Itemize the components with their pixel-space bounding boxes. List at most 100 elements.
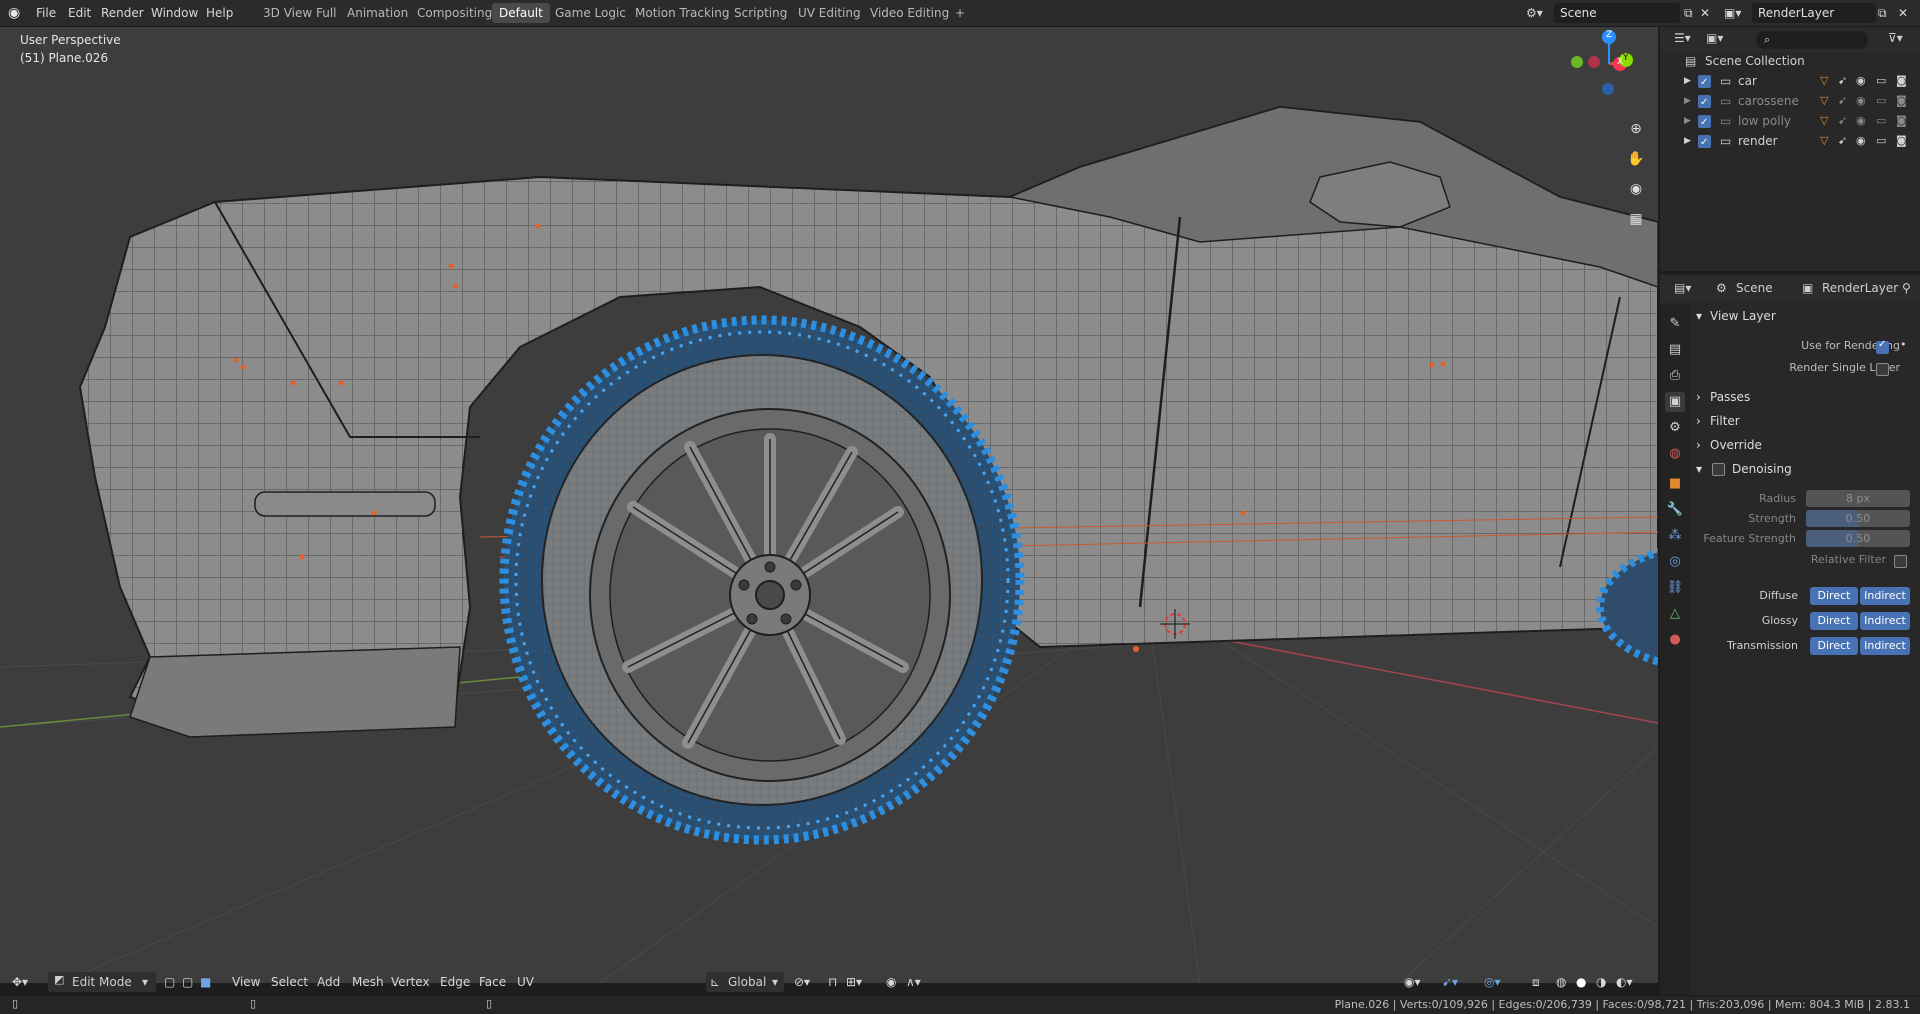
menu-window[interactable]: Window — [151, 4, 198, 22]
output-tab-icon[interactable]: ⎙ — [1665, 366, 1685, 386]
eye-icon[interactable]: ◉ — [1856, 111, 1866, 131]
new-view-layer-icon[interactable]: ⧉ — [1878, 4, 1887, 22]
filter-panel-header[interactable]: › Filter — [1692, 410, 1920, 432]
use-for-rendering-checkbox[interactable] — [1876, 339, 1889, 354]
transform-orientation-selector[interactable]: ⊾ Global ▾ — [706, 972, 784, 992]
add-workspace-button[interactable]: + — [948, 3, 972, 23]
tab-compositing[interactable]: Compositing — [410, 3, 499, 23]
menu-face[interactable]: Face — [479, 973, 506, 991]
world-tab-icon[interactable]: ◍ — [1665, 444, 1685, 464]
pass-indirect-button-transmission[interactable]: Indirect — [1860, 637, 1910, 655]
scene-collection-row[interactable]: ▤ Scene Collection — [1660, 51, 1920, 71]
pin-icon[interactable]: ⚲ — [1902, 281, 1911, 295]
menu-uv[interactable]: UV — [517, 973, 534, 991]
tab-game-logic[interactable]: Game Logic — [548, 3, 633, 23]
gizmo-toggle-icon[interactable]: ➹▾ — [1442, 973, 1458, 991]
snap-target-icon[interactable]: ⊞▾ — [846, 973, 862, 991]
pass-indirect-button-diffuse[interactable]: Indirect — [1860, 587, 1910, 605]
eye-icon[interactable]: ◉ — [1856, 91, 1866, 111]
xray-icon[interactable]: ⧈ — [1532, 973, 1540, 991]
tab-3d-view-full[interactable]: 3D View Full — [256, 3, 344, 23]
animate-dot-icon[interactable]: • — [1900, 338, 1907, 351]
ortho-grid-icon[interactable]: ▦ — [1624, 207, 1648, 231]
new-scene-icon[interactable]: ⧉ — [1684, 4, 1693, 22]
pass-direct-button-transmission[interactable]: Direct — [1810, 637, 1858, 655]
eye-icon[interactable]: ◉ — [1856, 131, 1866, 151]
scene-tab-icon[interactable]: ⚙ — [1665, 418, 1685, 438]
render-single-layer-checkbox[interactable] — [1876, 363, 1889, 376]
particles-tab-icon[interactable]: ⁂ — [1665, 526, 1685, 546]
3d-viewport[interactable]: User Perspective (51) Plane.026 Z X Y ⊕ … — [0, 27, 1658, 983]
view-layer-tab-icon[interactable]: ▣ — [1665, 392, 1685, 412]
viewport-toggle-icon[interactable]: ▭ — [1876, 111, 1886, 131]
solid-shading-icon[interactable]: ● — [1576, 973, 1586, 991]
tab-uv-editing[interactable]: UV Editing — [791, 3, 868, 23]
delete-view-layer-icon[interactable]: ✕ — [1898, 4, 1908, 22]
properties-editor-icon[interactable]: ▤▾ — [1674, 281, 1691, 295]
view-layer-browse-icon[interactable]: ▣▾ — [1724, 4, 1741, 22]
denoising-checkbox[interactable] — [1712, 463, 1725, 476]
zoom-icon[interactable]: ⊕ — [1624, 117, 1648, 141]
pass-indirect-button-glossy[interactable]: Indirect — [1860, 612, 1910, 630]
exclude-checkbox[interactable] — [1698, 133, 1711, 153]
face-select-icon[interactable]: ■ — [200, 973, 211, 991]
exclude-checkbox[interactable] — [1698, 73, 1711, 93]
constraints-tab-icon[interactable]: ⛓ — [1665, 578, 1685, 598]
render-toggle-icon[interactable]: ◙ — [1896, 71, 1907, 91]
select-toggle-icon[interactable]: ➹ — [1838, 71, 1847, 91]
tab-animation[interactable]: Animation — [340, 3, 415, 23]
menu-edit[interactable]: Edit — [68, 4, 91, 22]
mode-selector[interactable]: ◩ Edit Mode ▾ — [48, 972, 156, 992]
tab-video-editing[interactable]: Video Editing — [863, 3, 956, 23]
pan-hand-icon[interactable]: ✋ — [1624, 147, 1648, 171]
override-panel-header[interactable]: › Override — [1692, 434, 1920, 456]
rendered-shading-icon[interactable]: ◐▾ — [1616, 973, 1633, 991]
material-shading-icon[interactable]: ◑ — [1596, 973, 1606, 991]
eye-icon[interactable]: ◉ — [1856, 71, 1866, 91]
tool-tab-icon[interactable]: ✎ — [1665, 314, 1685, 334]
disclosure-arrow-icon[interactable]: ▶ — [1684, 91, 1691, 111]
visibility-icon[interactable]: ◉▾ — [1404, 973, 1421, 991]
exclude-checkbox[interactable] — [1698, 113, 1711, 133]
pass-direct-button-diffuse[interactable]: Direct — [1810, 587, 1858, 605]
outliner-search-input[interactable]: ⌕ — [1756, 31, 1868, 49]
select-toggle-icon[interactable]: ➹ — [1838, 111, 1847, 131]
object-tab-icon[interactable]: ■ — [1665, 474, 1685, 494]
menu-select[interactable]: Select — [271, 973, 308, 991]
outliner-row-carossene[interactable]: ▶ ▭ carossene ▽ ➹ ◉ ▭ ◙ — [1660, 91, 1920, 113]
denoising-panel-header[interactable]: ▾ Denoising — [1692, 458, 1920, 480]
wireframe-shading-icon[interactable]: ◍ — [1556, 973, 1566, 991]
falloff-icon[interactable]: ∧▾ — [906, 973, 921, 991]
disclosure-arrow-icon[interactable]: ▶ — [1684, 131, 1691, 151]
pivot-point-icon[interactable]: ⊘▾ — [794, 973, 810, 991]
outliner-row-render[interactable]: ▶ ▭ render ▽ ➹ ◉ ▭ ◙ — [1660, 131, 1920, 153]
tab-motion-tracking[interactable]: Motion Tracking — [628, 3, 736, 23]
menu-edge[interactable]: Edge — [440, 973, 470, 991]
relative-filter-checkbox[interactable] — [1894, 555, 1907, 568]
pass-direct-button-glossy[interactable]: Direct — [1810, 612, 1858, 630]
tab-default[interactable]: Default — [492, 3, 550, 23]
select-toggle-icon[interactable]: ➹ — [1838, 91, 1847, 111]
strength-slider[interactable]: 0.50 — [1806, 510, 1910, 527]
view-layer-name-field[interactable]: RenderLayer — [1752, 3, 1876, 23]
tab-scripting[interactable]: Scripting — [727, 3, 794, 23]
outliner-editor-icon[interactable]: ☰▾ — [1674, 31, 1691, 45]
overlays-icon[interactable]: ◎▾ — [1484, 973, 1501, 991]
scene-browse-icon[interactable]: ⚙▾ — [1526, 4, 1543, 22]
viewport-toggle-icon[interactable]: ▭ — [1876, 71, 1886, 91]
scene-name-field[interactable]: Scene — [1554, 3, 1680, 23]
outliner-row-low-polly[interactable]: ▶ ▭ low polly ▽ ➹ ◉ ▭ ◙ — [1660, 111, 1920, 133]
proportional-edit-icon[interactable]: ◉ — [886, 973, 896, 991]
radius-field[interactable]: 8 px — [1806, 490, 1910, 507]
exclude-checkbox[interactable] — [1698, 93, 1711, 113]
camera-view-icon[interactable]: ◉ — [1624, 177, 1648, 201]
viewport-toggle-icon[interactable]: ▭ — [1876, 91, 1886, 111]
menu-view[interactable]: View — [232, 973, 260, 991]
snap-icon[interactable]: ⊓ — [828, 973, 837, 991]
menu-render[interactable]: Render — [101, 4, 144, 22]
menu-add[interactable]: Add — [317, 973, 340, 991]
view-layer-panel-header[interactable]: ▾ View Layer — [1692, 305, 1920, 327]
select-toggle-icon[interactable]: ➹ — [1838, 131, 1847, 151]
blender-logo-icon[interactable]: ◉ — [8, 4, 20, 22]
edge-select-icon[interactable]: ▢ — [182, 973, 193, 991]
